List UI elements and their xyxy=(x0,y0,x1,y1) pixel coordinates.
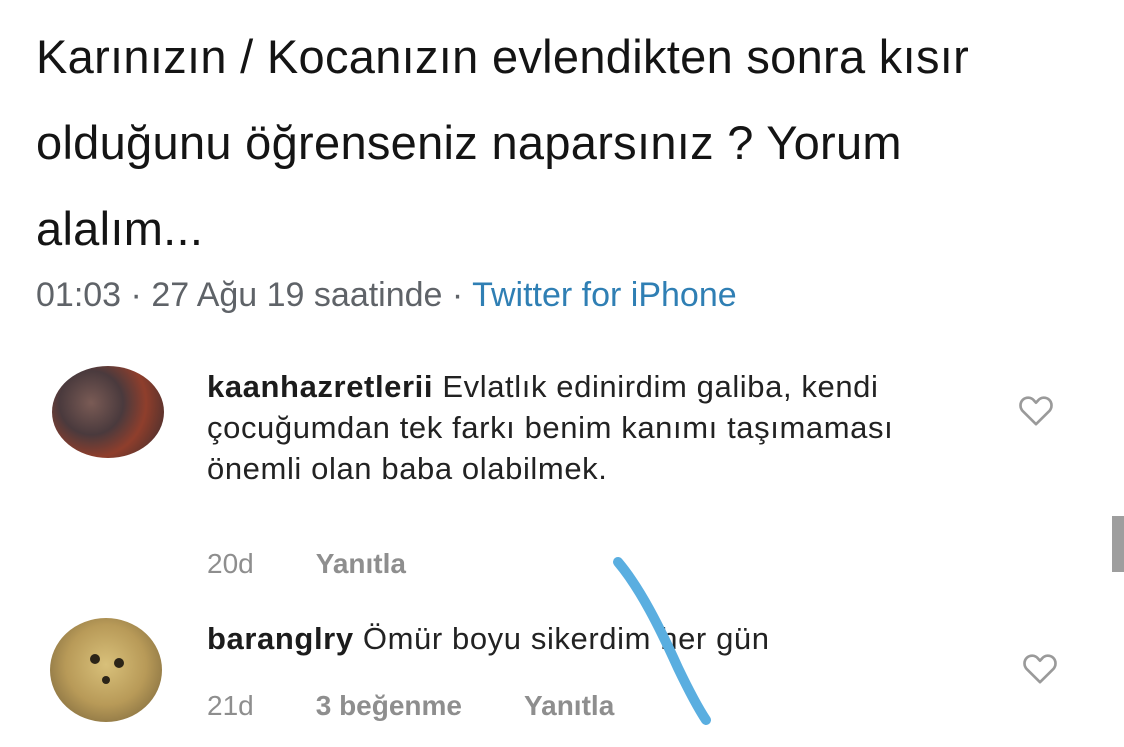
comment-body: kaanhazretlerii Evlatlık edinirdim galib… xyxy=(207,366,997,489)
scrollbar[interactable] xyxy=(1112,516,1124,572)
heart-outline-icon[interactable] xyxy=(1020,648,1060,688)
avatar-eye xyxy=(90,654,100,664)
comment-username[interactable]: baranglry xyxy=(207,621,354,656)
tweet-source-link[interactable]: Twitter for iPhone xyxy=(472,276,737,314)
comment-age: 21d xyxy=(207,690,254,721)
avatar-mouth xyxy=(102,676,110,684)
tweet-text: Karınızın / Kocanızın evlendikten sonra … xyxy=(36,30,970,255)
tweet-date: 27 Ağu 19 saatinde xyxy=(151,276,443,314)
tweet-meta: 01:03 · 27 Ağu 19 saatinde · Twitter for… xyxy=(36,276,737,315)
pen-scribble-mark xyxy=(613,557,711,725)
avatar[interactable] xyxy=(52,366,164,458)
comment-footer: 20d Yanıtla xyxy=(207,548,468,580)
comment-age: 20d xyxy=(207,548,254,579)
heart-outline-icon[interactable] xyxy=(1016,390,1056,430)
meta-separator: · xyxy=(121,276,152,314)
reply-button[interactable]: Yanıtla xyxy=(316,548,406,579)
comment-username[interactable]: kaanhazretlerii xyxy=(207,369,433,404)
avatar[interactable] xyxy=(50,618,162,722)
tweet-time: 01:03 xyxy=(36,276,122,314)
avatar-eye xyxy=(114,658,124,668)
meta-separator: · xyxy=(442,276,473,314)
likes-count[interactable]: 3 beğenme xyxy=(316,690,462,721)
